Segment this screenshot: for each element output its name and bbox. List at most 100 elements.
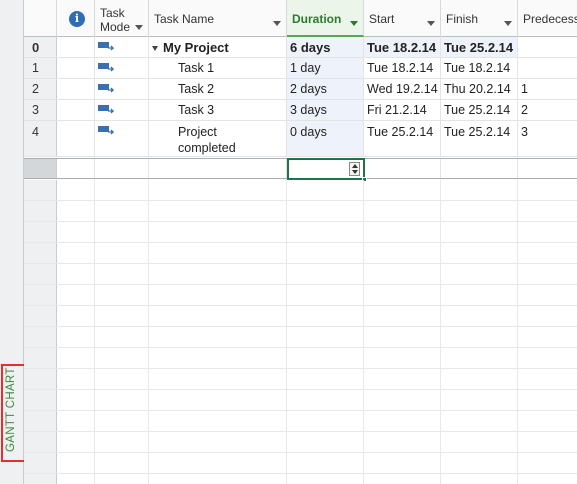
empty-row[interactable] [24,453,577,474]
row-id[interactable]: 0 [24,37,57,57]
start-cell[interactable]: Wed 19.2.14 [364,79,441,99]
predecessors-cell[interactable] [518,58,577,78]
empty-cell[interactable] [441,411,518,431]
empty-cell[interactable] [364,222,441,242]
empty-cell[interactable] [95,474,149,484]
header-predecessors[interactable]: Predecesso [518,0,577,37]
row-id[interactable] [24,306,57,326]
header-finish[interactable]: Finish [441,0,518,37]
task-name-cell[interactable]: My Project [149,37,287,57]
empty-cell[interactable] [95,411,149,431]
empty-cell[interactable] [441,327,518,347]
empty-cell[interactable] [149,201,287,221]
row-id[interactable] [24,243,57,263]
row-id[interactable] [24,453,57,473]
empty-cell[interactable] [95,432,149,452]
indicators-cell[interactable] [57,58,95,78]
empty-cell[interactable] [149,348,287,368]
task-row[interactable]: 0 My Project 6 days Tue 18.2.14 Tue 25.2… [24,37,577,58]
empty-cell[interactable] [518,264,577,284]
empty-row[interactable] [24,327,577,348]
empty-cell[interactable] [57,411,95,431]
predecessors-cell[interactable]: 1 [518,79,577,99]
empty-cell[interactable] [95,327,149,347]
empty-row[interactable] [24,285,577,306]
empty-cell[interactable] [57,474,95,484]
empty-cell[interactable] [57,306,95,326]
empty-cell[interactable] [95,453,149,473]
row-id[interactable] [24,348,57,368]
task-name-cell[interactable]: Project completed [149,121,287,156]
empty-cell[interactable] [287,348,364,368]
empty-cell[interactable] [441,369,518,389]
row-id[interactable] [24,264,57,284]
empty-cell[interactable] [57,453,95,473]
empty-cell[interactable] [149,390,287,410]
empty-cell[interactable] [287,201,364,221]
empty-cell[interactable] [287,306,364,326]
empty-cell[interactable] [364,327,441,347]
empty-cell[interactable] [518,222,577,242]
chevron-down-icon[interactable] [273,21,281,26]
row-id[interactable] [24,390,57,410]
finish-cell[interactable]: Tue 25.2.14 [441,121,518,156]
empty-row[interactable] [24,222,577,243]
empty-cell[interactable] [57,180,95,200]
empty-cell[interactable] [149,453,287,473]
empty-cell[interactable] [57,348,95,368]
empty-cell[interactable] [95,348,149,368]
task-row[interactable]: 1 Task 1 1 day Tue 18.2.14 Tue 18.2.14 [24,58,577,79]
header-task-name[interactable]: Task Name [149,0,287,37]
empty-cell[interactable] [364,432,441,452]
empty-cell[interactable] [518,411,577,431]
view-label-gantt-chart[interactable]: GANTT CHART [5,367,17,452]
empty-cell[interactable] [95,180,149,200]
finish-cell[interactable]: Tue 25.2.14 [441,100,518,120]
empty-cell[interactable] [287,390,364,410]
row-id[interactable] [24,474,57,484]
empty-cell[interactable] [364,411,441,431]
predecessors-cell[interactable]: 2 [518,100,577,120]
empty-cell[interactable] [518,432,577,452]
empty-row[interactable] [24,180,577,201]
empty-cell[interactable] [518,201,577,221]
chevron-down-icon[interactable] [135,25,143,30]
empty-cell[interactable] [149,264,287,284]
empty-cell[interactable] [364,285,441,305]
finish-cell[interactable]: Tue 25.2.14 [441,37,518,57]
task-name-cell[interactable]: Task 2 [149,79,287,99]
finish-cell[interactable]: Thu 20.2.14 [441,79,518,99]
empty-cell[interactable] [518,369,577,389]
empty-cell[interactable] [57,222,95,242]
empty-cell[interactable] [518,474,577,484]
empty-row[interactable] [24,390,577,411]
row-id[interactable] [24,201,57,221]
row-id[interactable] [24,285,57,305]
empty-cell[interactable] [441,243,518,263]
empty-cell[interactable] [441,264,518,284]
empty-cell[interactable] [287,264,364,284]
empty-cell[interactable] [287,453,364,473]
empty-cell[interactable] [518,348,577,368]
empty-cell[interactable] [441,453,518,473]
empty-cell[interactable] [149,327,287,347]
empty-row[interactable] [24,432,577,453]
duration-cell[interactable]: 6 days [287,37,364,57]
empty-row[interactable] [24,264,577,285]
task-mode-cell[interactable] [95,159,149,178]
empty-cell[interactable] [287,369,364,389]
empty-cell[interactable] [95,201,149,221]
empty-cell[interactable] [149,432,287,452]
empty-cell[interactable] [57,369,95,389]
empty-cell[interactable] [441,432,518,452]
empty-cell[interactable] [95,285,149,305]
spinner-up-icon[interactable] [352,164,358,168]
empty-cell[interactable] [364,243,441,263]
row-id[interactable] [24,369,57,389]
empty-cell[interactable] [95,306,149,326]
empty-cell[interactable] [518,285,577,305]
empty-cell[interactable] [57,264,95,284]
empty-cell[interactable] [441,285,518,305]
header-duration[interactable]: Duration [287,0,364,37]
empty-cell[interactable] [149,474,287,484]
